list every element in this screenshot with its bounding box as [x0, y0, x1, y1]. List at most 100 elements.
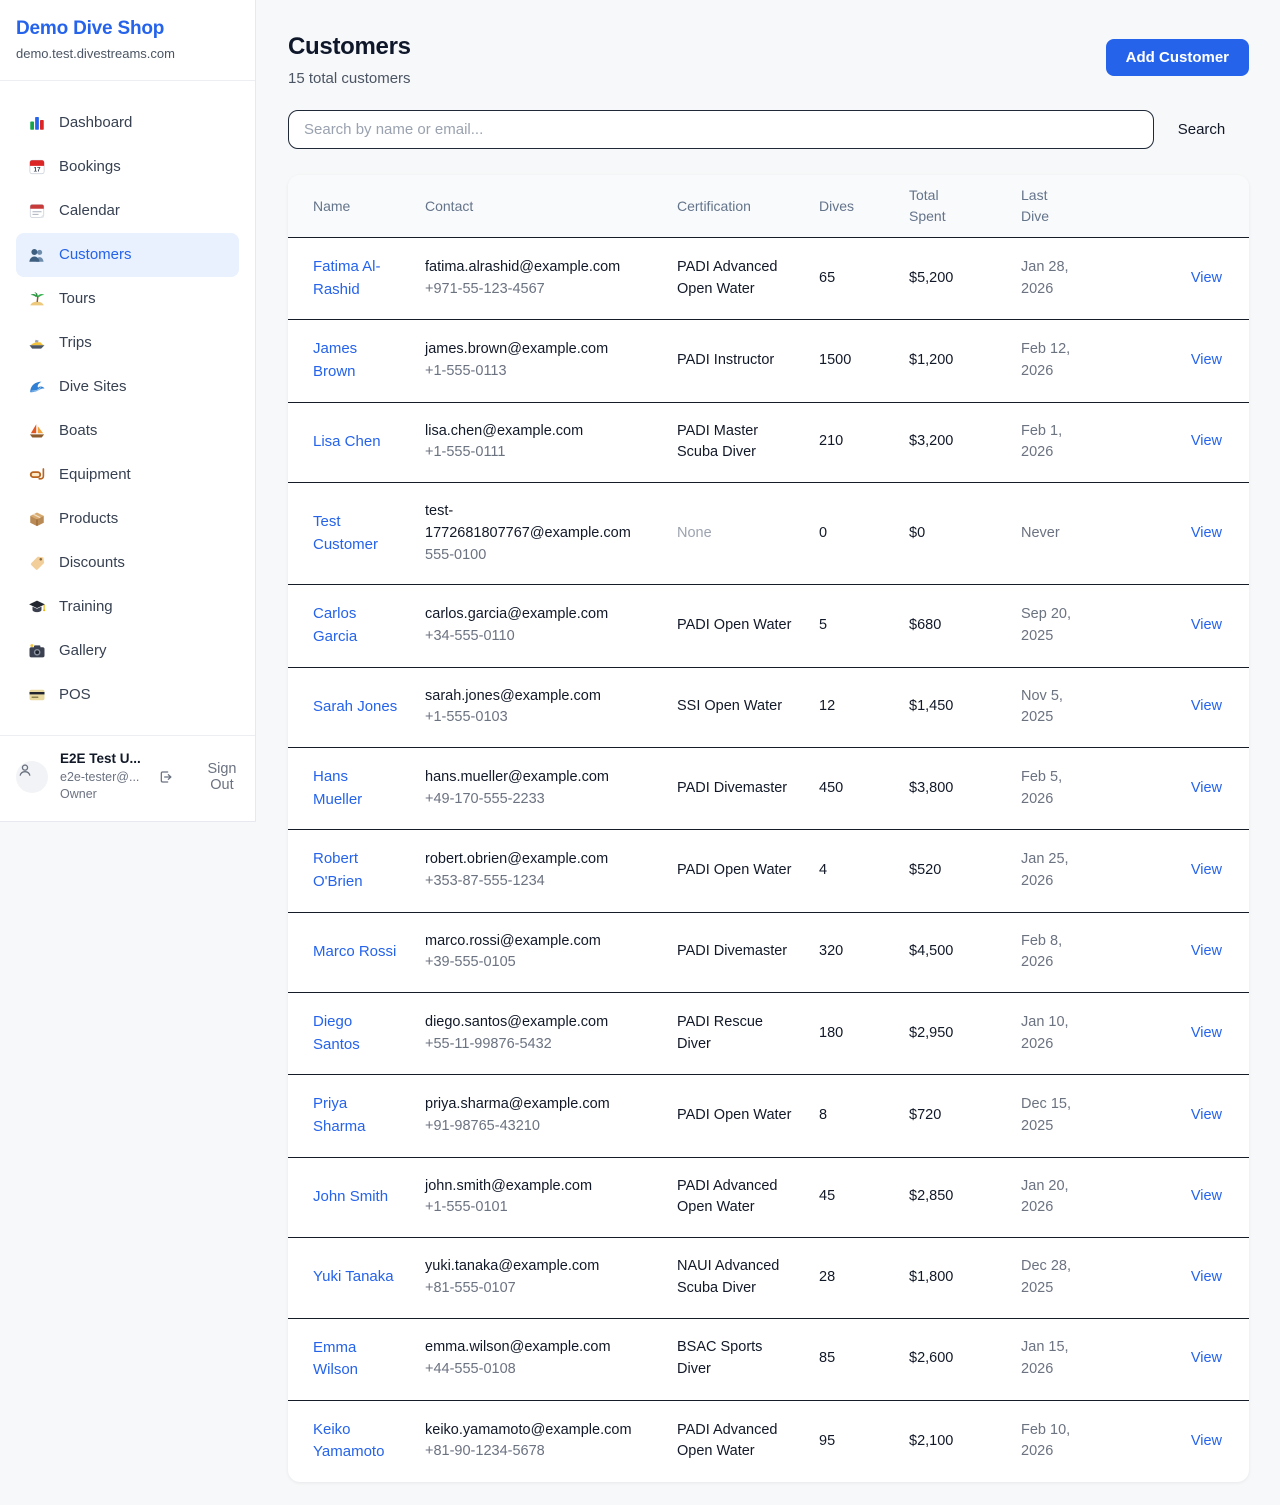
view-customer-link[interactable]: View: [1191, 352, 1222, 368]
view-customer-link[interactable]: View: [1191, 433, 1222, 449]
customer-name-link[interactable]: Marco Rossi: [313, 941, 396, 964]
shop-domain: demo.test.divestreams.com: [16, 46, 239, 61]
column-header-certification: Certification: [677, 175, 819, 238]
sidebar-item-gallery[interactable]: Gallery: [16, 629, 239, 673]
sidebar-item-label: Tours: [59, 287, 96, 311]
view-customer-link[interactable]: View: [1191, 862, 1222, 878]
customer-certification: BSAC Sports Diver: [677, 1339, 762, 1377]
search-input[interactable]: [288, 110, 1154, 149]
customer-dives: 0: [819, 525, 827, 541]
customer-email: carlos.garcia@example.com: [425, 604, 653, 626]
sidebar-item-trips[interactable]: Trips: [16, 321, 239, 365]
customer-name-link[interactable]: Priya Sharma: [313, 1093, 401, 1138]
customer-name-link[interactable]: Carlos Garcia: [313, 603, 401, 648]
discounts-icon: [28, 554, 46, 572]
calendar-icon: [28, 202, 46, 220]
customer-dives: 85: [819, 1350, 835, 1366]
view-customer-link[interactable]: View: [1191, 1188, 1222, 1204]
sidebar-item-bookings[interactable]: 17 Bookings: [16, 145, 239, 189]
customer-name-link[interactable]: Emma Wilson: [313, 1337, 401, 1382]
customer-last-dive: Jan 10, 2026: [1021, 1012, 1081, 1056]
customer-last-dive: Feb 12, 2026: [1021, 339, 1081, 383]
sidebar-item-label: Bookings: [59, 155, 121, 179]
table-row: Lisa Chen lisa.chen@example.com +1-555-0…: [288, 402, 1249, 483]
sidebar-item-pos[interactable]: POS: [16, 673, 239, 717]
trips-icon: [28, 334, 46, 352]
view-customer-link[interactable]: View: [1191, 1025, 1222, 1041]
view-customer-link[interactable]: View: [1191, 1107, 1222, 1123]
sidebar-item-calendar[interactable]: Calendar: [16, 189, 239, 233]
gallery-icon: [28, 642, 46, 660]
customer-name-link[interactable]: Test Customer: [313, 511, 401, 556]
customer-dives: 320: [819, 943, 843, 959]
customer-total-spent: $2,950: [909, 1025, 953, 1041]
sidebar: Demo Dive Shop demo.test.divestreams.com…: [0, 0, 256, 822]
customer-phone: 555-0100: [425, 545, 653, 567]
view-customer-link[interactable]: View: [1191, 1433, 1222, 1449]
customer-phone: +1-555-0111: [425, 442, 653, 464]
customer-name-link[interactable]: Diego Santos: [313, 1011, 401, 1056]
sidebar-item-discounts[interactable]: Discounts: [16, 541, 239, 585]
customer-total-spent: $2,100: [909, 1433, 953, 1449]
customer-total-spent: $2,850: [909, 1188, 953, 1204]
add-customer-button[interactable]: Add Customer: [1106, 39, 1249, 76]
customer-email: james.brown@example.com: [425, 339, 653, 361]
customer-email: emma.wilson@example.com: [425, 1337, 653, 1359]
customer-name-link[interactable]: John Smith: [313, 1186, 388, 1209]
customer-phone: +44-555-0108: [425, 1359, 653, 1381]
sidebar-item-dive-sites[interactable]: Dive Sites: [16, 365, 239, 409]
customer-total-spent: $680: [909, 617, 941, 633]
view-customer-link[interactable]: View: [1191, 617, 1222, 633]
view-customer-link[interactable]: View: [1191, 1350, 1222, 1366]
customer-last-dive: Feb 10, 2026: [1021, 1420, 1081, 1464]
customer-name-link[interactable]: Lisa Chen: [313, 431, 381, 454]
customer-count: 15 total customers: [288, 70, 411, 87]
sidebar-item-dashboard[interactable]: Dashboard: [16, 101, 239, 145]
customer-total-spent: $1,200: [909, 352, 953, 368]
customer-name-link[interactable]: Fatima Al-Rashid: [313, 256, 401, 301]
equipment-icon: [28, 466, 46, 484]
customer-total-spent: $3,200: [909, 433, 953, 449]
sign-out-button[interactable]: Sign Out: [158, 761, 239, 793]
training-icon: [28, 598, 46, 616]
customer-dives: 5: [819, 617, 827, 633]
customer-name-link[interactable]: Keiko Yamamoto: [313, 1419, 401, 1464]
customer-name-link[interactable]: James Brown: [313, 338, 401, 383]
search-button[interactable]: Search: [1154, 121, 1249, 138]
sidebar-nav: Dashboard 17 Bookings Calendar Customers…: [0, 81, 255, 735]
sidebar-item-training[interactable]: Training: [16, 585, 239, 629]
customer-name-link[interactable]: Robert O'Brien: [313, 848, 401, 893]
view-customer-link[interactable]: View: [1191, 943, 1222, 959]
customer-last-dive: Feb 1, 2026: [1021, 421, 1081, 465]
sidebar-item-equipment[interactable]: Equipment: [16, 453, 239, 497]
sidebar-item-tours[interactable]: Tours: [16, 277, 239, 321]
sidebar-item-boats[interactable]: Boats: [16, 409, 239, 453]
customer-certification: PADI Open Water: [677, 862, 791, 878]
table-row: Keiko Yamamoto keiko.yamamoto@example.co…: [288, 1400, 1249, 1482]
customer-name-link[interactable]: Sarah Jones: [313, 696, 397, 719]
customer-name-link[interactable]: Hans Mueller: [313, 766, 401, 811]
view-customer-link[interactable]: View: [1191, 525, 1222, 541]
view-customer-link[interactable]: View: [1191, 1269, 1222, 1285]
customer-certification: PADI Divemaster: [677, 780, 787, 796]
view-customer-link[interactable]: View: [1191, 270, 1222, 286]
sidebar-item-products[interactable]: Products: [16, 497, 239, 541]
table-row: Fatima Al-Rashid fatima.alrashid@example…: [288, 238, 1249, 320]
view-customer-link[interactable]: View: [1191, 780, 1222, 796]
shop-name[interactable]: Demo Dive Shop: [16, 18, 239, 40]
customer-last-dive: Sep 20, 2025: [1021, 604, 1081, 648]
customer-email: john.smith@example.com: [425, 1176, 653, 1198]
customer-certification: SSI Open Water: [677, 698, 782, 714]
sidebar-item-label: POS: [59, 683, 91, 707]
dashboard-icon: [28, 114, 46, 132]
sidebar-item-customers[interactable]: Customers: [16, 233, 239, 277]
customer-dives: 4: [819, 862, 827, 878]
customer-phone: +39-555-0105: [425, 952, 653, 974]
view-customer-link[interactable]: View: [1191, 698, 1222, 714]
boats-icon: [28, 422, 46, 440]
customer-certification: PADI Rescue Diver: [677, 1014, 763, 1052]
customer-last-dive: Nov 5, 2025: [1021, 686, 1081, 730]
customer-name-link[interactable]: Yuki Tanaka: [313, 1266, 394, 1289]
customer-phone: +1-555-0101: [425, 1197, 653, 1219]
customer-email: keiko.yamamoto@example.com: [425, 1420, 653, 1442]
